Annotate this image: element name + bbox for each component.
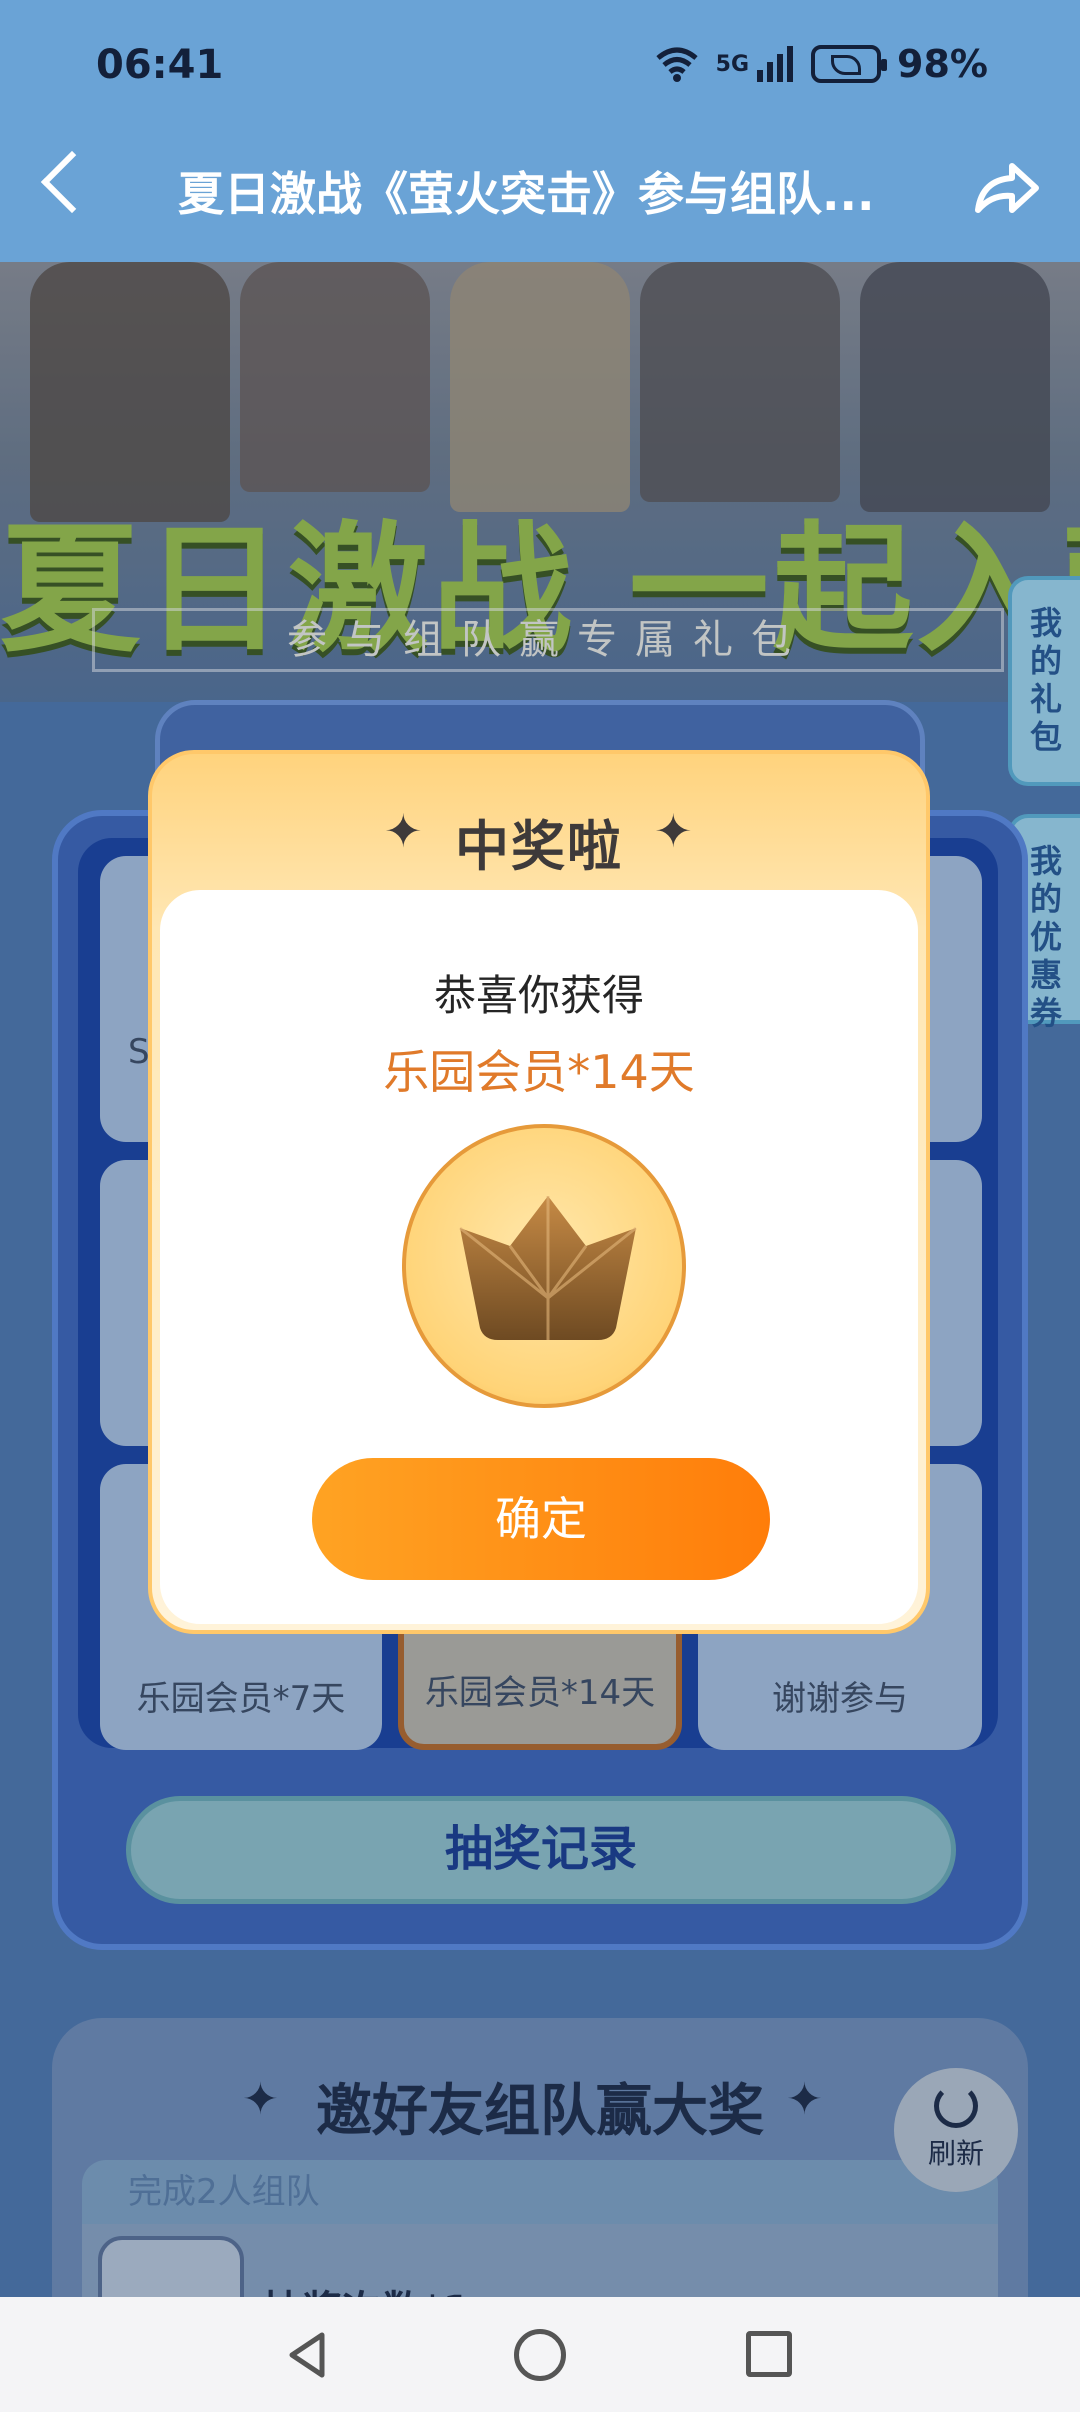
battery-icon	[811, 45, 888, 83]
signal-icon	[757, 46, 794, 82]
status-time: 06:41	[96, 42, 224, 88]
prize-text: 乐园会员*14天	[383, 1045, 695, 1099]
system-nav-bar	[0, 2297, 1080, 2412]
network-label: 5G	[715, 51, 750, 77]
back-icon[interactable]	[40, 150, 104, 214]
crown-medal	[402, 1124, 686, 1408]
nav-recent-icon[interactable]	[746, 2331, 792, 2377]
congrats-text: 恭喜你获得	[433, 971, 644, 1020]
nav-back-icon[interactable]	[282, 2329, 334, 2381]
sparkle-icon: ✦	[654, 804, 693, 858]
wifi-icon	[656, 47, 698, 82]
share-icon[interactable]	[972, 158, 1042, 218]
confirm-button[interactable]: 确定	[312, 1458, 770, 1580]
battery-level: 98%	[897, 42, 988, 86]
top-bar: 06:41 5G 98% 夏日激战《萤火突击》参与组队...	[0, 0, 1080, 262]
page-title: 夏日激战《萤火突击》参与组队...	[178, 167, 875, 221]
prize-modal: ✦ 中奖啦 ✦ 恭喜你获得 乐园会员*14天 确定	[148, 750, 930, 1634]
crown-icon	[459, 1196, 637, 1340]
nav-home-icon[interactable]	[514, 2329, 566, 2381]
status-icons: 5G 98%	[654, 42, 988, 86]
modal-heading: 中奖啦	[455, 815, 623, 878]
